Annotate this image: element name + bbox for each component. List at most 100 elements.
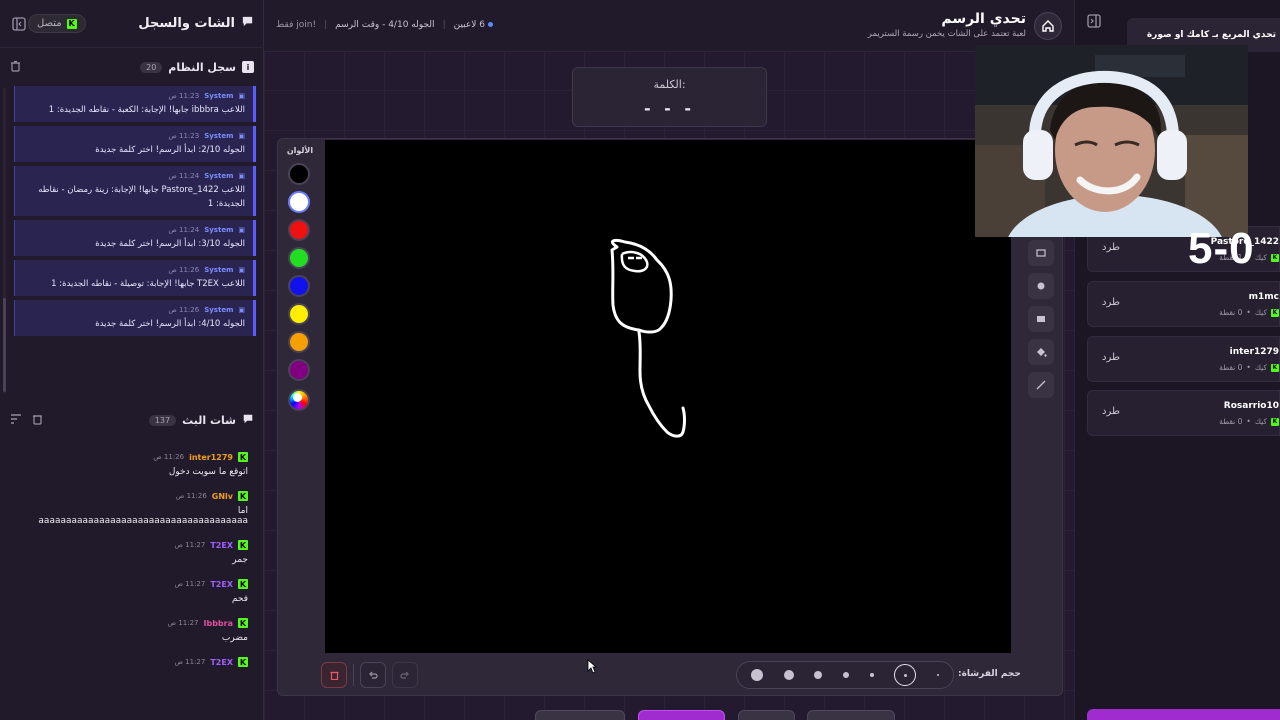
chat-panel-title-wrap: الشات والسجل [138,15,254,32]
collapse-panel-icon[interactable] [10,15,28,33]
custom-color-picker[interactable] [288,389,310,411]
player-platform: كيك [1254,417,1267,426]
kick-logo-icon: K [238,657,248,667]
log-sender: System [204,132,234,141]
trash-icon[interactable] [32,413,43,428]
drawing-strokes [610,238,686,438]
chat-text: مضرب [221,633,248,643]
chat-username[interactable]: T2EX [210,580,233,589]
brush-size-option[interactable] [751,669,764,681]
drawing-canvas[interactable] [325,140,1011,653]
log-message: الجوله 3/10: ابدأ الرسم! اختر كلمة جديدة [95,238,245,249]
clear-canvas-button[interactable] [321,662,347,688]
brush-size-option[interactable] [842,672,849,678]
kick-player-button[interactable]: طرد [1102,352,1120,363]
right-panel-action-button[interactable] [1087,709,1280,720]
mouse-cursor-icon [587,659,598,678]
color-swatch[interactable] [288,191,310,213]
system-log-item: ▣ System 11:26 ص الجوله 4/10: ابدأ الرسم! ا… [14,300,256,337]
chat-message: K T2EX 11:27 ص [0,651,264,680]
color-swatch[interactable] [288,219,310,241]
player-points: 0 نقطة [1219,308,1243,317]
chat-time: 11:26 ص [153,453,185,461]
kick-player-button[interactable]: طرد [1102,242,1120,253]
log-scrollbar[interactable] [3,88,6,394]
stream-chat-title: شات البث [182,413,236,427]
chat-message: K Ibbbra 11:27 ص مضرب [0,612,264,651]
log-message: اللاعب T2EX جابها! الإجابة: توصيلة - نقا… [51,278,245,289]
system-log-header: 20 سجل النظام i [0,50,264,84]
log-sender: System [204,225,234,234]
color-swatch[interactable] [288,247,310,269]
streamer-webcam [975,45,1248,237]
brush-size-option[interactable] [814,671,823,679]
chat-username[interactable]: GNlv [212,492,233,501]
player-meta: K كيك • 0 نقطة [1219,417,1279,426]
sort-icon[interactable] [10,413,22,428]
kick-logo-icon: K [1271,253,1279,262]
brush-size-label: حجم الفرشاة: [958,669,1021,679]
kick-logo-icon: K [238,491,248,501]
kick-logo-icon: K [238,452,248,462]
canvas-actions [321,661,418,689]
home-button[interactable] [1034,12,1062,40]
kick-player-button[interactable]: طرد [1102,406,1120,417]
color-swatch[interactable] [288,275,310,297]
collapse-right-panel-icon[interactable] [1087,14,1101,32]
fill-bucket-tool-button[interactable] [1028,339,1054,365]
color-swatch[interactable] [288,331,310,353]
chat-count-badge: 137 [148,414,177,426]
trash-icon [330,671,338,680]
kick-logo-icon: K [1271,417,1279,426]
rectangle-tool-button[interactable] [1028,240,1054,266]
log-message: الجوله 4/10: ابدأ الرسم! اختر كلمة جديدة [95,319,245,330]
log-message: اللاعب ibbbra جابها! الإجابة: الكعبة - ن… [48,105,245,115]
chat-text: اتوقع ما سويت دخول [168,467,248,477]
brush-size-option-selected[interactable] [894,664,917,686]
brush-size-option[interactable] [869,673,874,677]
brush-size-option[interactable] [936,674,939,676]
home-icon [1042,20,1054,32]
kick-logo-icon: K [1271,308,1279,317]
line-tool-button[interactable] [1028,372,1054,398]
bottom-action-button[interactable] [535,710,625,720]
chat-username[interactable]: T2EX [210,658,233,667]
bottom-action-button[interactable] [807,710,895,720]
system-log-item: ▣ System 11:23 ص اللاعب ibbbra جابها! الإجا… [14,86,256,123]
trash-icon[interactable] [10,60,21,75]
status-label: متصل [37,18,62,29]
players-count-wrap: 6 لاعبين [454,20,493,30]
chat-username[interactable]: T2EX [210,541,233,550]
brush-size-option[interactable] [783,670,794,680]
chat-panel-title: الشات والسجل [138,16,235,31]
brush-size-selector [736,661,954,689]
kick-player-button[interactable]: طرد [1102,297,1120,308]
chat-panel-header: متصل K الشات والسجل [0,0,264,48]
undo-button[interactable] [360,662,386,688]
game-subtitle: لعبة تعتمد على الشات يخمن رسمة الستريمر [867,29,1026,39]
primary-action-button[interactable] [638,710,725,720]
status-dot-icon [487,22,493,27]
fill-rect-tool-button[interactable] [1028,306,1054,332]
system-shield-icon: ▣ [238,306,245,315]
color-swatch[interactable] [288,359,310,381]
circle-tool-button[interactable] [1028,273,1054,299]
log-sender: System [204,306,234,315]
player-platform: كيك [1254,363,1267,372]
round-status: الجوله 4/10 - وقت الرسم [335,20,435,30]
redo-button[interactable] [392,662,418,688]
round-info: 6 لاعبين | الجوله 4/10 - وقت الرسم | !jo… [276,20,493,30]
bottom-action-button[interactable] [738,710,795,720]
player-platform: كيك [1254,308,1267,317]
color-swatch[interactable] [288,163,310,185]
system-log-item: ▣ System 11:26 ص اللاعب T2EX جابها! الإجابة… [14,259,256,297]
system-shield-icon: ▣ [238,225,245,234]
chat-username[interactable]: inter1279 [189,453,233,462]
log-message: الجوله 2/10: ابدأ الرسم! اختر كلمة جديدة [95,145,245,156]
color-swatch[interactable] [288,303,310,325]
system-log-item: ▣ System 11:23 ص الجوله 2/10: ابدأ الرسم! ا… [14,126,256,163]
chat-bubble-icon [242,413,254,428]
word-label: الكلمة: [653,78,686,91]
game-title-block: تحدي الرسم لعبة تعتمد على الشات يخمن رسم… [868,11,1026,39]
chat-username[interactable]: Ibbbra [204,619,234,628]
